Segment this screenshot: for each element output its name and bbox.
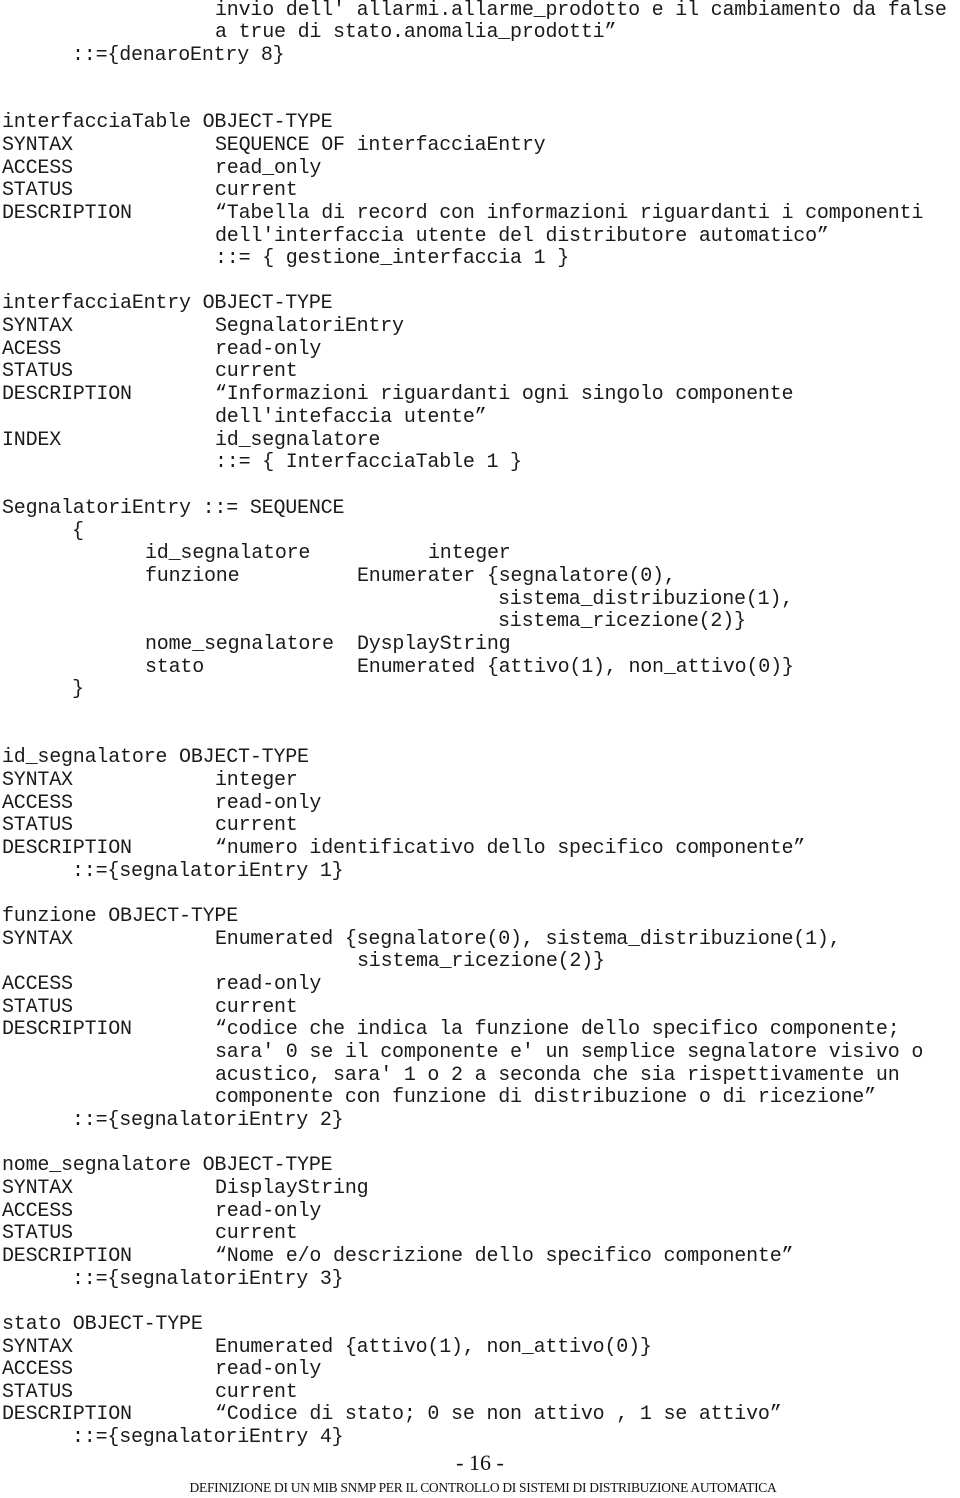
syntax-value: SegnalatoriEntry <box>215 315 404 338</box>
object-oid-ref: ::= { gestione_interfaccia 1 } <box>215 247 570 270</box>
object-oid-ref: ::={segnalatoriEntry 3} <box>72 1268 344 1291</box>
object-header: id_segnalatore OBJECT-TYPE <box>2 746 309 769</box>
page-number: - 16 - <box>456 1450 504 1475</box>
field-type: Enumerater {segnalatore(0), <box>357 565 676 588</box>
status-label: STATUS <box>2 179 73 202</box>
description-line: componente con funzione di distribuzione… <box>215 1086 876 1109</box>
document-page: invio dell' allarmi.allarme_prodotto e i… <box>0 0 960 1498</box>
description-line: “Informazioni riguardanti ogni singolo c… <box>215 383 794 406</box>
syntax-value: SEQUENCE OF interfacciaEntry <box>215 134 546 157</box>
syntax-label: SYNTAX <box>2 1177 73 1200</box>
status-label: STATUS <box>2 814 73 837</box>
description-label: DESCRIPTION <box>2 1018 132 1041</box>
continued-description-line: a true di stato.anomalia_prodotti” <box>215 21 617 44</box>
sequence-header: SegnalatoriEntry ::= SEQUENCE <box>2 497 345 520</box>
status-label: STATUS <box>2 1222 73 1245</box>
access-value: read_only <box>215 157 322 180</box>
description-label: DESCRIPTION <box>2 202 132 225</box>
description-line: “Codice di stato; 0 se non attivo , 1 se… <box>215 1403 782 1426</box>
status-value: current <box>215 179 298 202</box>
field-type-continued: sistema_ricezione(2)} <box>498 610 746 633</box>
field-name: funzione <box>145 565 240 588</box>
object-oid-ref: ::= { InterfacciaTable 1 } <box>215 451 522 474</box>
description-label: DESCRIPTION <box>2 1245 132 1268</box>
syntax-label: SYNTAX <box>2 134 73 157</box>
syntax-value-continued: sistema_ricezione(2)} <box>357 950 605 973</box>
syntax-label: SYNTAX <box>2 928 73 951</box>
page-footer: DEFINIZIONE DI UN MIB SNMP PER IL CONTRO… <box>189 1480 777 1495</box>
field-type: DysplayString <box>357 633 511 656</box>
description-line: “Nome e/o descrizione dello specifico co… <box>215 1245 794 1268</box>
syntax-label: SYNTAX <box>2 769 73 792</box>
object-oid-ref: ::={denaroEntry 8} <box>72 44 285 67</box>
syntax-value: DisplayString <box>215 1177 369 1200</box>
description-line: “Tabella di record con informazioni rigu… <box>215 202 924 225</box>
field-type: integer <box>428 542 511 565</box>
field-name: stato <box>145 656 205 679</box>
description-line: “numero identificativo dello specifico c… <box>215 837 806 860</box>
status-label: STATUS <box>2 1381 73 1404</box>
description-label: DESCRIPTION <box>2 1403 132 1426</box>
status-value: current <box>215 814 298 837</box>
syntax-value: Enumerated {attivo(1), non_attivo(0)} <box>215 1336 652 1359</box>
access-value: read-only <box>215 1200 322 1223</box>
description-line: sara' 0 se il componente e' un semplice … <box>215 1041 924 1064</box>
access-value: read-only <box>215 792 322 815</box>
field-name: nome_segnalatore <box>145 633 334 656</box>
field-name: id_segnalatore <box>145 542 311 565</box>
open-brace: { <box>72 520 84 543</box>
access-value: read-only <box>215 973 322 996</box>
description-line: acustico, sara' 1 o 2 a seconda che sia … <box>215 1064 900 1087</box>
access-label: ACCESS <box>2 157 73 180</box>
object-header: stato OBJECT-TYPE <box>2 1313 203 1336</box>
field-type: Enumerated {attivo(1), non_attivo(0)} <box>357 656 794 679</box>
access-label: ACCESS <box>2 1200 73 1223</box>
description-label: DESCRIPTION <box>2 383 132 406</box>
syntax-label: SYNTAX <box>2 315 73 338</box>
status-value: current <box>215 996 298 1019</box>
object-header: interfacciaEntry OBJECT-TYPE <box>2 292 333 315</box>
index-label: INDEX <box>2 429 62 452</box>
close-brace: } <box>72 678 84 701</box>
status-value: current <box>215 1222 298 1245</box>
object-header: nome_segnalatore OBJECT-TYPE <box>2 1154 333 1177</box>
status-value: current <box>215 360 298 383</box>
access-label: ACCESS <box>2 1358 73 1381</box>
description-line: dell'interfaccia utente del distributore… <box>215 225 829 248</box>
object-oid-ref: ::={segnalatoriEntry 2} <box>72 1109 344 1132</box>
access-label: ACCESS <box>2 792 73 815</box>
syntax-value: integer <box>215 769 298 792</box>
syntax-label: SYNTAX <box>2 1336 73 1359</box>
continued-description-line: invio dell' allarmi.allarme_prodotto e i… <box>215 0 947 22</box>
status-value: current <box>215 1381 298 1404</box>
object-oid-ref: ::={segnalatoriEntry 1} <box>72 860 344 883</box>
field-type-continued: sistema_distribuzione(1), <box>498 588 794 611</box>
status-label: STATUS <box>2 996 73 1019</box>
index-value: id_segnalatore <box>215 429 381 452</box>
object-oid-ref: ::={segnalatoriEntry 4} <box>72 1426 344 1449</box>
access-value: read-only <box>215 338 322 361</box>
syntax-value: Enumerated {segnalatore(0), sistema_dist… <box>215 928 841 951</box>
access-label: ACESS <box>2 338 62 361</box>
description-line: dell'intefaccia utente” <box>215 406 487 429</box>
access-label: ACCESS <box>2 973 73 996</box>
object-header: interfacciaTable OBJECT-TYPE <box>2 111 333 134</box>
object-header: funzione OBJECT-TYPE <box>2 905 239 928</box>
description-line: “codice che indica la funzione dello spe… <box>215 1018 900 1041</box>
description-label: DESCRIPTION <box>2 837 132 860</box>
access-value: read-only <box>215 1358 322 1381</box>
status-label: STATUS <box>2 360 73 383</box>
